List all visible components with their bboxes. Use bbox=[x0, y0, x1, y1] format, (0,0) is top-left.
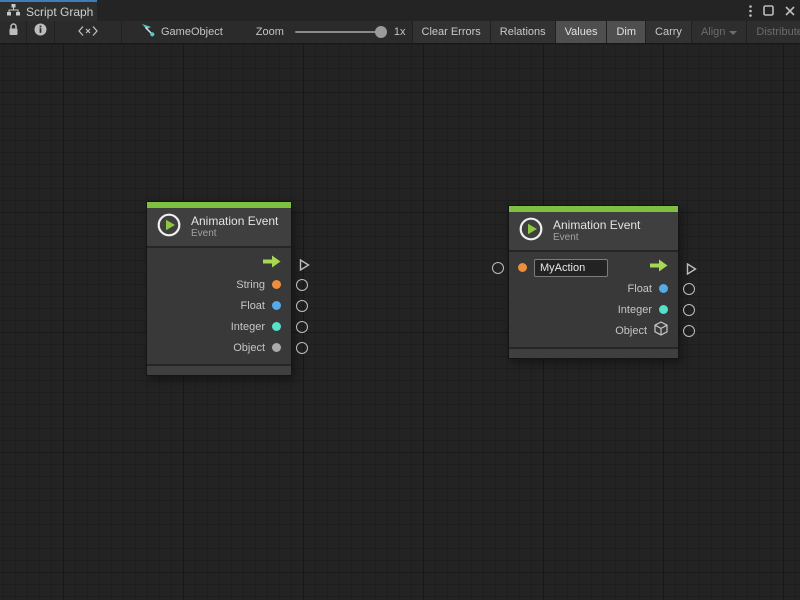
float-output-port-row[interactable]: Float bbox=[509, 278, 678, 299]
event-name-field[interactable] bbox=[534, 259, 608, 277]
close-icon[interactable] bbox=[785, 6, 795, 16]
dim-toggle[interactable]: Dim bbox=[607, 21, 645, 43]
tab-script-graph[interactable]: Script Graph bbox=[0, 0, 97, 21]
graph-hierarchy-icon bbox=[7, 3, 20, 21]
integer-output-port-row[interactable]: Integer bbox=[147, 316, 291, 337]
graph-target-selector[interactable]: GameObject bbox=[122, 21, 231, 43]
tab-bar: Script Graph bbox=[0, 0, 800, 21]
float-port-dot bbox=[659, 284, 668, 293]
node-subtitle: Event bbox=[191, 228, 278, 240]
flow-port-connector[interactable] bbox=[686, 262, 697, 280]
integer-output-port-row[interactable]: Integer bbox=[509, 299, 678, 320]
port-label: Object bbox=[615, 325, 647, 337]
string-output-port-row[interactable]: String bbox=[147, 274, 291, 295]
node-body: Float Integer Object bbox=[509, 252, 678, 347]
port-label: String bbox=[236, 279, 265, 291]
flow-arrow-icon bbox=[649, 259, 668, 277]
value-port-connector[interactable] bbox=[683, 304, 695, 316]
zoom-value: 1x bbox=[394, 26, 406, 38]
script-graph-window: Script Graph bbox=[0, 0, 800, 600]
value-port-connector[interactable] bbox=[683, 283, 695, 295]
port-label: Object bbox=[233, 342, 265, 354]
chevron-down-icon bbox=[729, 31, 737, 35]
flow-output-port-row[interactable] bbox=[147, 253, 291, 274]
port-label: Float bbox=[241, 300, 265, 312]
value-port-connector[interactable] bbox=[296, 321, 308, 333]
distribute-dropdown-label: Distribute bbox=[756, 26, 800, 38]
script-graph-asset-icon bbox=[141, 23, 155, 42]
graph-canvas[interactable]: Animation Event Event bbox=[0, 44, 800, 600]
value-port-connector[interactable] bbox=[296, 300, 308, 312]
object-output-port-row[interactable]: Object bbox=[509, 320, 678, 341]
float-output-port-row[interactable]: Float bbox=[147, 295, 291, 316]
lock-button[interactable] bbox=[0, 21, 26, 43]
relations-button[interactable]: Relations bbox=[491, 21, 555, 43]
zoom-slider-knob[interactable] bbox=[375, 26, 387, 38]
menu-dots-icon[interactable] bbox=[749, 5, 752, 17]
info-icon bbox=[34, 23, 47, 41]
object-port-dot bbox=[272, 343, 281, 352]
graph-toolbar: GameObject Zoom 1x Clear Errors Relation… bbox=[0, 21, 800, 44]
value-port-connector[interactable] bbox=[296, 342, 308, 354]
string-port-dot bbox=[272, 280, 281, 289]
node-subtitle: Event bbox=[553, 232, 640, 244]
align-dropdown-label: Align bbox=[701, 26, 725, 38]
float-port-dot bbox=[272, 301, 281, 310]
object-output-port-row[interactable]: Object bbox=[147, 337, 291, 358]
port-label: Float bbox=[628, 283, 652, 295]
values-toggle[interactable]: Values bbox=[556, 21, 607, 43]
angle-x-icon bbox=[78, 23, 98, 41]
align-dropdown: Align bbox=[692, 21, 746, 43]
distribute-dropdown: Distribute bbox=[747, 21, 800, 43]
integer-port-dot bbox=[659, 305, 668, 314]
flow-arrow-icon bbox=[262, 255, 281, 273]
node-title: Animation Event bbox=[191, 214, 278, 228]
zoom-slider[interactable] bbox=[295, 31, 385, 33]
clear-errors-button[interactable]: Clear Errors bbox=[413, 21, 490, 43]
node-footer bbox=[147, 364, 291, 375]
node-footer bbox=[509, 347, 678, 358]
integer-port-dot bbox=[272, 322, 281, 331]
event-play-icon bbox=[518, 216, 544, 247]
object-cube-icon bbox=[654, 321, 668, 341]
code-view-button[interactable] bbox=[55, 21, 121, 43]
graph-target-label: GameObject bbox=[161, 26, 223, 38]
flow-port-connector[interactable] bbox=[299, 258, 310, 276]
info-button[interactable] bbox=[27, 21, 54, 43]
name-input-and-flow-row[interactable] bbox=[509, 257, 678, 278]
value-port-connector[interactable] bbox=[296, 279, 308, 291]
animation-event-node-1[interactable]: Animation Event Event bbox=[146, 201, 292, 376]
window-controls bbox=[749, 0, 795, 21]
value-port-connector[interactable] bbox=[492, 262, 504, 274]
string-input-port-dot bbox=[518, 263, 527, 272]
event-play-icon bbox=[156, 212, 182, 243]
port-label: Integer bbox=[618, 304, 652, 316]
value-port-connector[interactable] bbox=[683, 325, 695, 337]
node-title: Animation Event bbox=[553, 218, 640, 232]
carry-toggle[interactable]: Carry bbox=[646, 21, 691, 43]
animation-event-node-2[interactable]: Animation Event Event bbox=[508, 205, 679, 359]
zoom-control: Zoom 1x bbox=[231, 21, 412, 43]
port-label: Integer bbox=[231, 321, 265, 333]
node-header[interactable]: Animation Event Event bbox=[509, 212, 678, 252]
node-header[interactable]: Animation Event Event bbox=[147, 208, 291, 248]
tab-label: Script Graph bbox=[26, 5, 93, 19]
maximize-icon[interactable] bbox=[763, 5, 774, 16]
lock-icon bbox=[8, 23, 19, 41]
zoom-label: Zoom bbox=[256, 26, 284, 38]
node-body: String Float Integer Object bbox=[147, 248, 291, 364]
